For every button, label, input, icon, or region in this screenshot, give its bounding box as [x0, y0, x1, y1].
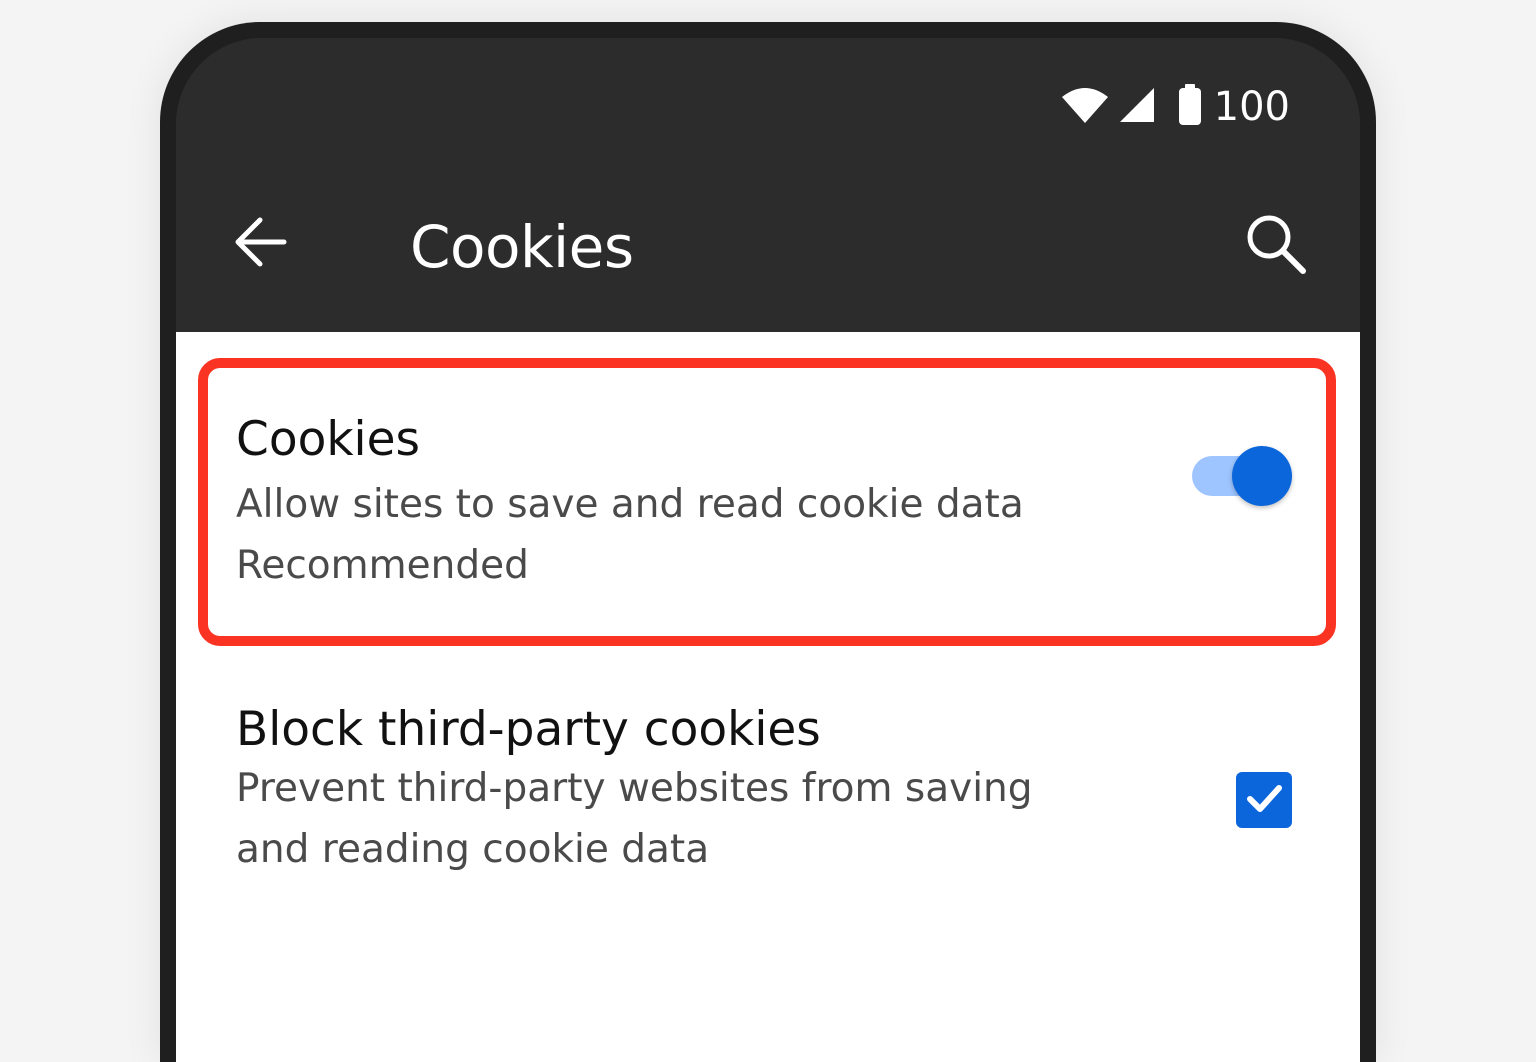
block-third-party-checkbox[interactable]	[1236, 772, 1292, 828]
status-icons: 100	[1060, 84, 1290, 130]
app-bar: Cookies	[176, 162, 1360, 332]
checkmark-icon	[1242, 776, 1286, 824]
back-button[interactable]	[228, 212, 292, 276]
status-bar: 100	[176, 38, 1360, 162]
search-icon	[1243, 211, 1309, 281]
cookies-toggle[interactable]	[1192, 444, 1292, 508]
toggle-thumb	[1232, 446, 1292, 506]
cookies-setting-row[interactable]: Cookies Allow sites to save and read coo…	[176, 372, 1360, 632]
setting-title: Cookies	[236, 412, 421, 467]
setting-title: Block third-party cookies	[236, 702, 821, 757]
arrow-left-icon	[230, 212, 290, 276]
cellular-signal-icon	[1118, 86, 1156, 128]
search-button[interactable]	[1240, 210, 1312, 282]
phone-frame: 100 Cookies Cookies Allow sites to save …	[160, 22, 1376, 1062]
setting-description: Prevent third-party websites from saving…	[236, 766, 1033, 872]
wifi-icon	[1060, 85, 1110, 129]
phone-screen: 100 Cookies Cookies Allow sites to save …	[176, 38, 1360, 1062]
settings-list: Cookies Allow sites to save and read coo…	[176, 332, 1360, 1062]
battery-level: 100	[1213, 84, 1290, 130]
battery-icon	[1178, 84, 1202, 130]
setting-description-text: Allow sites to save and read cookie data	[236, 482, 1024, 527]
block-third-party-setting-row[interactable]: Block third-party cookies Prevent third-…	[176, 682, 1360, 922]
page-title: Cookies	[410, 213, 634, 281]
setting-note: Recommended	[236, 543, 529, 588]
setting-description: Allow sites to save and read cookie data…	[236, 474, 1096, 596]
